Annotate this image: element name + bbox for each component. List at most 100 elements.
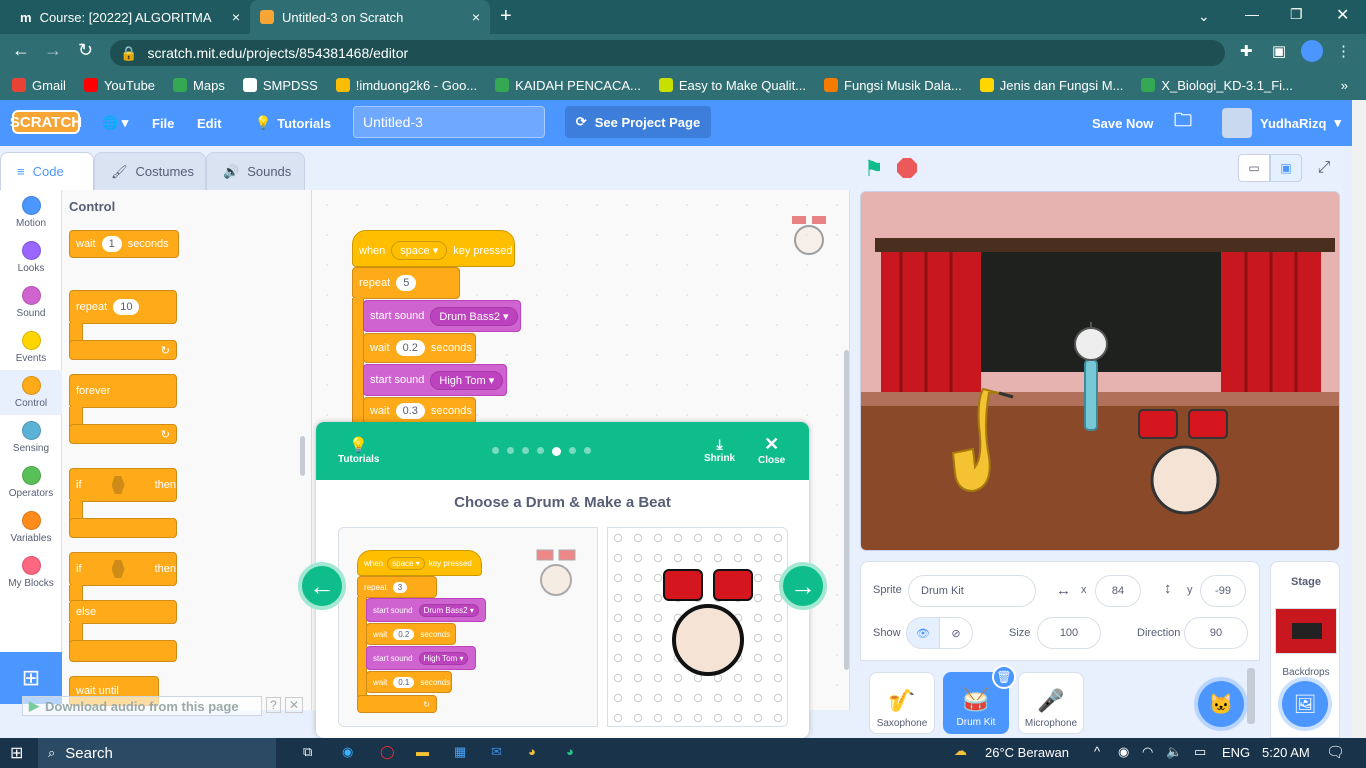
category-events[interactable]: Events [0, 325, 62, 370]
opera-icon[interactable]: ◯ [380, 744, 395, 760]
repeat-block[interactable]: repeat 10 [69, 290, 177, 324]
sound-dropdown[interactable]: High Tom ▾ [430, 370, 504, 390]
sprite-thumb-microphone[interactable]: 🎤 Microphone [1018, 672, 1084, 734]
microphone-sprite[interactable] [1073, 322, 1109, 434]
stage-canvas[interactable] [860, 191, 1340, 551]
block-input[interactable]: 1 [101, 236, 122, 252]
sprite-thumb-saxophone[interactable]: 🎷 Saxophone [869, 672, 935, 734]
volume-icon[interactable]: 🔈 [1166, 744, 1182, 760]
step-dot[interactable] [507, 447, 514, 454]
category-variables[interactable]: Variables [0, 505, 62, 550]
tab-scratch[interactable]: Untitled-3 on Scratch × [250, 0, 490, 34]
block-input[interactable]: 0.3 [395, 403, 425, 419]
category-operators[interactable]: Operators [0, 460, 62, 505]
close-tab-icon[interactable]: × [472, 9, 480, 25]
bookmark-item[interactable]: YouTube [83, 78, 155, 93]
delete-sprite-trash-icon[interactable]: 🗑 [992, 665, 1016, 689]
step-dot[interactable] [569, 447, 576, 454]
profile-avatar[interactable] [1301, 40, 1323, 62]
url-bar[interactable]: 🔒 scratch.mit.edu/projects/854381468/edi… [110, 40, 1225, 66]
new-tab-button[interactable]: + [500, 5, 512, 28]
step-dot[interactable] [584, 447, 591, 454]
bookmark-item[interactable]: X_Biologi_KD-3.1_Fi... [1141, 78, 1293, 93]
tab-costumes[interactable]: 🖌 Costumes [94, 152, 206, 190]
step-dot[interactable] [492, 447, 499, 454]
reload-icon[interactable]: ↻ [78, 40, 93, 61]
key-dropdown[interactable]: space ▾ [391, 241, 448, 260]
minimize-icon[interactable]: — [1245, 6, 1259, 22]
direction-field[interactable]: 90 [1184, 617, 1248, 649]
choose-backdrop-button[interactable]: 🖼 [1282, 681, 1328, 727]
category-my-blocks[interactable]: My Blocks [0, 550, 62, 595]
close-tab-icon[interactable]: × [232, 9, 240, 25]
close-icon[interactable]: ✕ [285, 697, 304, 713]
see-project-page-button[interactable]: ⟳ See Project Page [565, 106, 711, 138]
menu-kebab-icon[interactable]: ⋮ [1336, 42, 1351, 60]
block-input[interactable]: 10 [113, 299, 140, 315]
category-sensing[interactable]: Sensing [0, 415, 62, 460]
my-stuff-folder-icon[interactable]: 🗀 [1174, 100, 1192, 146]
tutorials-library-button[interactable]: 💡 Tutorials [338, 436, 379, 465]
bookmark-item[interactable]: KAIDAH PENCACA... [495, 78, 641, 93]
page-scrollbar[interactable] [1352, 100, 1366, 738]
notifications-icon[interactable]: 🗨 [1326, 743, 1345, 761]
extensions-icon[interactable]: ✚ [1240, 42, 1253, 60]
bookmark-item[interactable]: !imduong2k6 - Goo... [335, 78, 477, 93]
language-indicator[interactable]: ENG [1222, 745, 1250, 760]
chrome-profile-icon[interactable]: ◕ [566, 744, 574, 759]
account-menu[interactable]: YudhaRizq ▾ [1222, 100, 1341, 146]
taskbar-search-box[interactable]: ⌕ Search [38, 738, 276, 768]
block-input[interactable]: 0.2 [395, 340, 425, 356]
tray-chevron-icon[interactable]: ^ [1094, 744, 1100, 759]
chrome-icon[interactable]: ◕ [528, 744, 536, 759]
back-icon[interactable]: ← [12, 40, 30, 61]
sidepanel-icon[interactable]: ▣ [1272, 42, 1286, 60]
tab-search-icon[interactable]: ⌄ [1198, 8, 1210, 25]
category-sound[interactable]: Sound [0, 280, 62, 325]
weather-text[interactable]: 26°C Berawan [985, 745, 1069, 760]
saxophone-sprite[interactable] [949, 387, 1017, 505]
size-field[interactable]: 100 [1037, 617, 1101, 649]
repeat-block[interactable]: repeat 5 [352, 267, 460, 299]
file-explorer-icon[interactable]: ▬ [416, 744, 429, 759]
bookmark-item[interactable]: Jenis dan Fungsi M... [979, 78, 1123, 93]
if-else-block[interactable]: if then [69, 552, 177, 586]
step-dot[interactable] [537, 447, 544, 454]
tutorial-next-arrow-icon[interactable]: → [779, 562, 827, 610]
condition-slot[interactable] [111, 476, 125, 494]
start-sound-block[interactable]: start sound Drum Bass2 ▾ [363, 300, 521, 332]
task-view-icon[interactable]: ⧉ [303, 744, 312, 760]
shrink-button[interactable]: ⤓ Shrink [704, 436, 735, 464]
scratch-logo[interactable]: SCRATCH [10, 110, 82, 134]
wait-block[interactable]: wait 1 seconds [69, 230, 179, 258]
forever-block[interactable]: forever [69, 374, 177, 408]
bookmark-item[interactable]: Gmail [12, 78, 66, 93]
when-key-pressed-block[interactable]: when space ▾ key pressed [352, 230, 515, 267]
download-audio-bar[interactable]: ▶ Download audio from this page [22, 696, 262, 716]
start-sound-block[interactable]: start sound High Tom ▾ [363, 364, 507, 396]
wait-block[interactable]: wait 0.3 seconds [363, 397, 476, 425]
edge-icon[interactable]: ◉ [342, 744, 353, 760]
workspace-scrollbar[interactable] [844, 350, 849, 670]
restore-icon[interactable]: ❐ [1290, 6, 1303, 23]
window-close-icon[interactable]: ✕ [1336, 5, 1349, 25]
close-tutorial-button[interactable]: ✕ Close [758, 434, 785, 466]
drum-kit-sprite[interactable] [1137, 408, 1235, 518]
edit-menu[interactable]: Edit [197, 100, 222, 146]
more-bookmarks-icon[interactable]: » [1341, 78, 1348, 93]
step-dot[interactable] [552, 447, 561, 456]
bookmark-item[interactable]: SMPDSS [242, 78, 318, 93]
tab-code[interactable]: ≡ Code [0, 152, 94, 190]
hide-visible-icon[interactable]: ⊘ [939, 617, 973, 649]
block-input[interactable]: 5 [396, 275, 417, 291]
forward-icon[interactable]: → [44, 40, 62, 61]
large-stage-icon[interactable]: ▣ [1270, 154, 1302, 182]
palette-scrollbar[interactable] [300, 436, 305, 476]
choose-sprite-button[interactable]: 🐱 [1198, 681, 1244, 727]
fullscreen-icon[interactable]: ⤢ [1310, 154, 1338, 182]
bookmark-item[interactable]: Fungsi Musik Dala... [824, 78, 962, 93]
stop-sign-icon[interactable] [897, 158, 917, 178]
language-globe-icon[interactable]: 🌐 ▾ [102, 100, 128, 146]
sound-dropdown[interactable]: Drum Bass2 ▾ [430, 306, 518, 326]
store-icon[interactable]: ▦ [454, 744, 466, 760]
